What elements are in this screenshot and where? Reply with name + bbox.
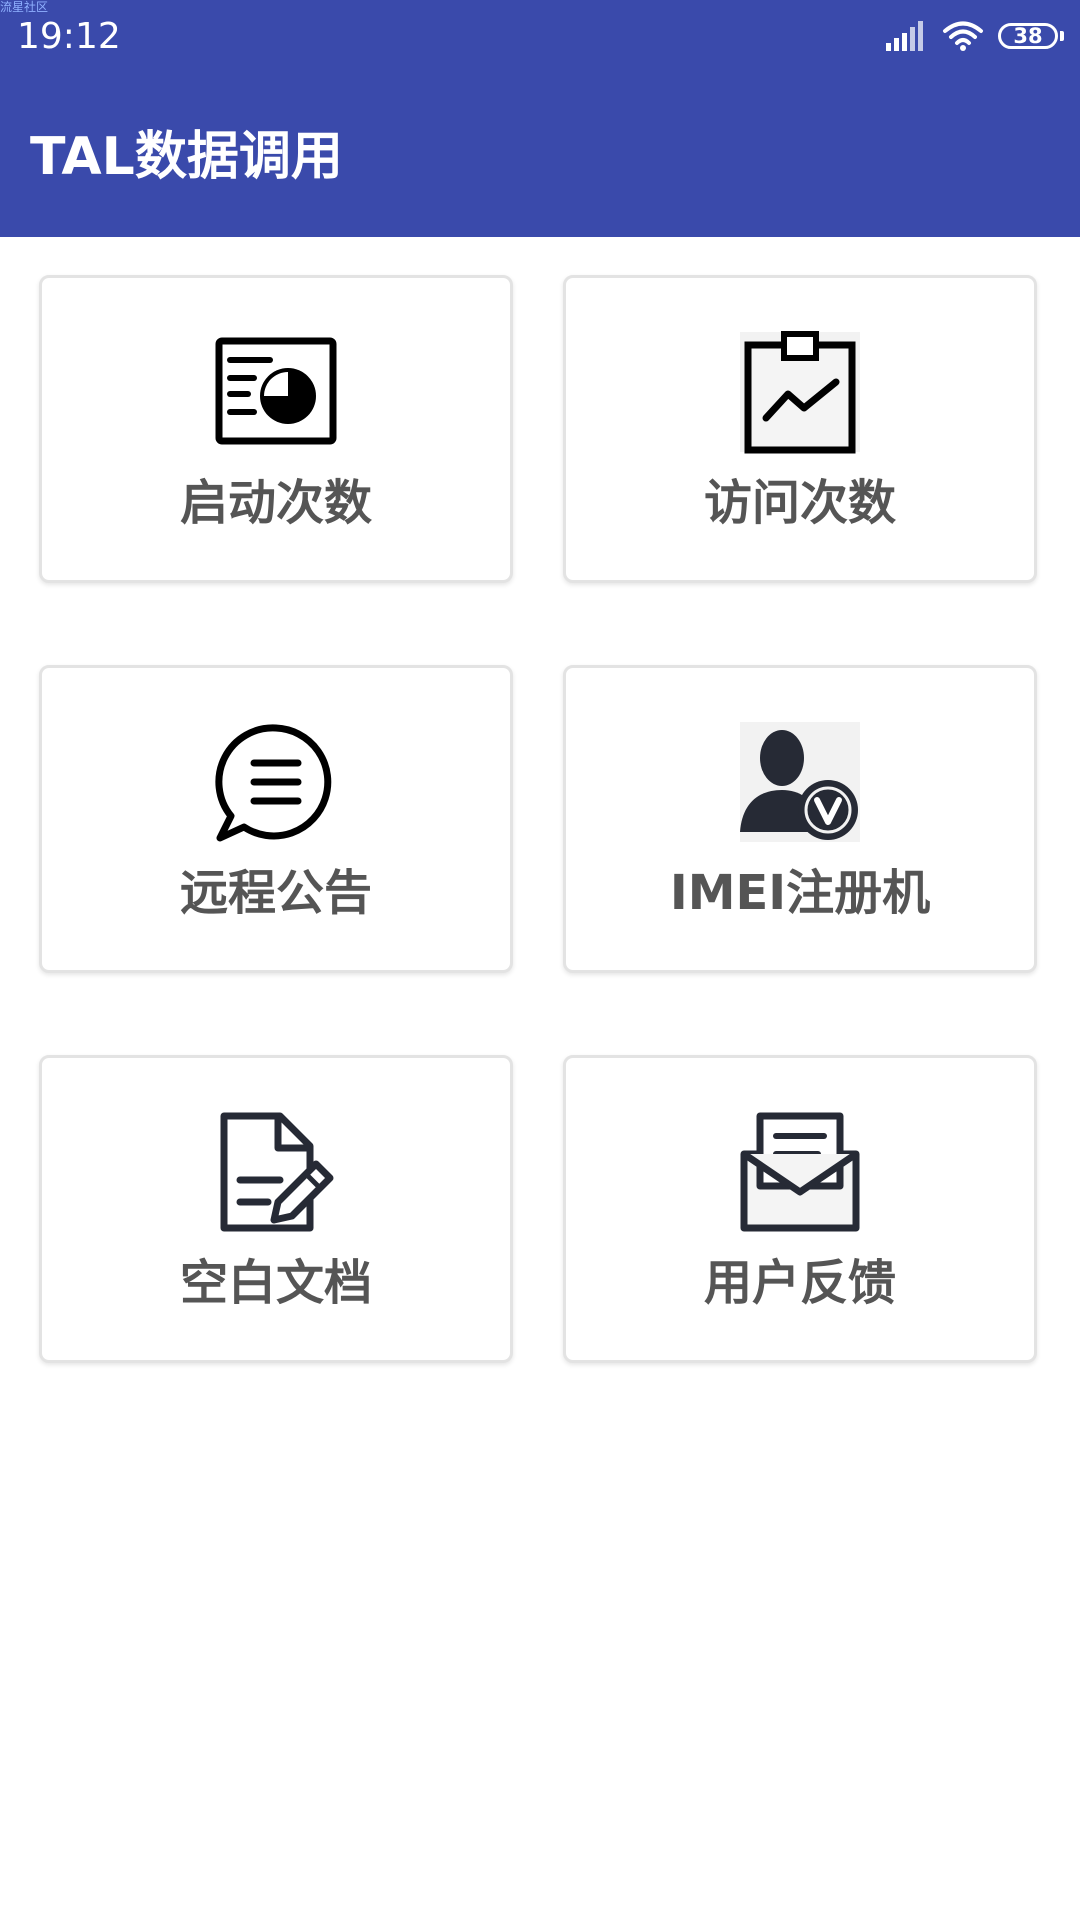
app-bar: 流星社区 19:12 38 TAL数据调用 xyxy=(0,0,1080,237)
card-user-feedback[interactable]: 用户反馈 xyxy=(563,1055,1037,1363)
status-icons: 38 xyxy=(886,18,1064,54)
battery-icon: 38 xyxy=(998,23,1058,49)
card-visit-count[interactable]: 访问次数 xyxy=(563,275,1037,583)
dashboard-chart-icon xyxy=(215,337,337,445)
document-edit-icon xyxy=(220,1112,334,1232)
clipboard-trend-icon xyxy=(740,331,860,454)
card-label: 访问次数 xyxy=(703,475,896,531)
app-title: TAL数据调用 xyxy=(30,127,343,187)
card-blank-document[interactable]: 空白文档 xyxy=(39,1055,513,1363)
battery-tip xyxy=(1060,31,1064,41)
card-label: 远程公告 xyxy=(179,865,372,921)
user-verified-icon xyxy=(740,722,860,842)
card-label: 启动次数 xyxy=(179,475,372,531)
wifi-icon xyxy=(943,21,983,51)
card-label: IMEI注册机 xyxy=(669,865,931,921)
open-envelope-icon xyxy=(740,1112,860,1232)
chat-bubble-icon xyxy=(215,724,332,842)
card-launch-count[interactable]: 启动次数 xyxy=(39,275,513,583)
card-label: 用户反馈 xyxy=(703,1255,896,1311)
card-remote-notice[interactable]: 远程公告 xyxy=(39,665,513,973)
card-label: 空白文档 xyxy=(179,1255,372,1311)
card-imei-register[interactable]: IMEI注册机 xyxy=(563,665,1037,973)
status-time: 19:12 xyxy=(17,16,121,57)
signal-icon xyxy=(886,21,923,51)
watermark: 流星社区 xyxy=(0,0,49,14)
battery-level: 38 xyxy=(1013,23,1043,48)
